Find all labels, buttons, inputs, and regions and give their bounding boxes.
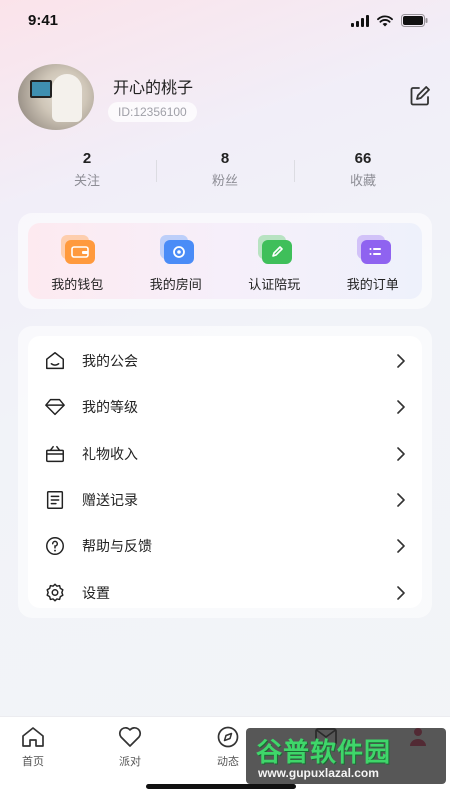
help-icon (46, 537, 64, 556)
quick-action-label: 认证陪玩 (248, 278, 301, 293)
certify-icon (256, 235, 293, 265)
quick-action-label: 我的房间 (149, 278, 202, 293)
stat-fans[interactable]: 8 粉丝 (156, 150, 294, 194)
menu-item-settings[interactable]: 设置 (28, 569, 422, 615)
nickname: 开心的桃子 (113, 78, 194, 97)
settings-icon (46, 583, 64, 602)
quick-action-wallet[interactable]: 我的钱包 (28, 223, 127, 299)
menu-card: 我的公会 我的等级 礼物收入 赠送记录 帮助与反馈 设置 (18, 326, 432, 618)
tab-label: 首页 (22, 755, 44, 768)
menu-item-gift-record[interactable]: 赠送记录 (28, 477, 422, 523)
stat-label: 粉丝 (211, 174, 238, 189)
compass-icon (217, 726, 239, 748)
heart-icon (118, 726, 142, 747)
chevron-right-icon (397, 400, 405, 415)
stat-value: 8 (220, 150, 230, 167)
quick-action-orders[interactable]: 我的订单 (324, 223, 423, 299)
gift-income-icon (46, 445, 64, 462)
quick-actions-card: 我的钱包 我的房间 认证陪玩 我的订单 (18, 213, 432, 309)
menu-label: 设置 (82, 585, 110, 602)
chevron-right-icon (397, 446, 405, 461)
home-icon (22, 727, 44, 747)
user-id-badge: ID:12356100 (108, 102, 197, 122)
stat-label: 关注 (73, 174, 100, 189)
status-bar: 9:41 (0, 0, 450, 44)
watermark-url: www.gupuxlazal.com (258, 766, 379, 780)
gift-record-icon (46, 491, 64, 510)
chevron-right-icon (397, 585, 405, 600)
status-icons (351, 14, 428, 27)
stat-label: 收藏 (349, 174, 376, 189)
menu-label: 我的公会 (82, 354, 138, 371)
wallet-icon (59, 235, 96, 265)
tab-label: 派对 (119, 755, 141, 768)
wifi-icon (377, 14, 393, 26)
home-indicator (146, 784, 296, 789)
menu-label: 礼物收入 (82, 446, 138, 463)
stat-following[interactable]: 2 关注 (18, 150, 156, 194)
tab-party[interactable]: 派对 (100, 725, 160, 769)
menu-item-gift-income[interactable]: 礼物收入 (28, 431, 422, 477)
profile-header: 开心的桃子 ID:12356100 (18, 64, 432, 134)
watermark-logo: 谷普软件园 www.gupuxlazal.com (246, 728, 446, 784)
menu-item-level[interactable]: 我的等级 (28, 384, 422, 430)
quick-action-label: 我的钱包 (51, 278, 104, 293)
tab-home[interactable]: 首页 (3, 725, 63, 769)
stat-value: 2 (82, 150, 92, 167)
stat-favorites[interactable]: 66 收藏 (294, 150, 432, 194)
guild-icon (46, 352, 64, 370)
edit-profile-icon[interactable] (408, 84, 432, 108)
quick-action-certify[interactable]: 认证陪玩 (225, 223, 324, 299)
menu-item-guild[interactable]: 我的公会 (28, 338, 422, 384)
chevron-right-icon (397, 493, 405, 507)
battery-icon (401, 14, 428, 27)
order-icon (355, 235, 391, 265)
menu-label: 我的等级 (82, 400, 138, 417)
level-icon (45, 399, 65, 416)
chevron-right-icon (397, 354, 405, 368)
menu-label: 帮助与反馈 (82, 539, 152, 556)
cellular-signal-icon (351, 14, 369, 27)
quick-action-label: 我的订单 (346, 278, 399, 293)
status-time: 9:41 (28, 12, 59, 29)
watermark-title: 谷普软件园 (256, 738, 392, 768)
stat-value: 66 (354, 150, 372, 167)
menu-item-help[interactable]: 帮助与反馈 (28, 523, 422, 569)
menu-label: 赠送记录 (82, 493, 138, 510)
avatar[interactable] (18, 64, 94, 130)
stats-row: 2 关注 8 粉丝 66 收藏 (18, 150, 432, 194)
quick-action-room[interactable]: 我的房间 (127, 223, 226, 299)
room-icon (158, 235, 194, 265)
chevron-right-icon (397, 539, 405, 554)
